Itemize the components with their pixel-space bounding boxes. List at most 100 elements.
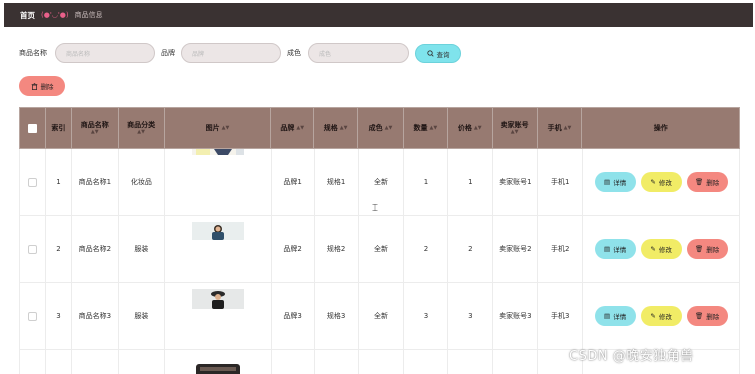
header-quantity[interactable]: 数量 ▲▼ (404, 108, 448, 148)
name-search-input[interactable]: 商品名称 (55, 43, 155, 63)
cell-index: 3 (46, 283, 72, 349)
product-image (191, 222, 244, 240)
header-index: 索引 (46, 108, 72, 148)
cell-quantity (404, 350, 449, 374)
cell-category: 服装 (119, 216, 165, 282)
query-button[interactable]: 查询 (415, 44, 461, 63)
delete-button[interactable]: 🗑 删除 (686, 239, 728, 259)
cell-price: 3 (448, 283, 494, 349)
product-table: 索引 商品名称 ▲▼ 商品分类 ▲▼ 图片 ▲▼ 品牌 ▲▼ 规格 ▲▼ 成色 ▲▼ 数量 ▲… (19, 107, 740, 374)
header-price[interactable]: 价格 ▲▼ (448, 108, 493, 148)
header-category[interactable]: 商品分类 ▲▼ (119, 108, 165, 148)
cell-spec (315, 350, 359, 374)
pencil-icon: ✎ (650, 178, 656, 186)
cell-brand: 品牌1 (272, 149, 315, 215)
cell-category: 化妆品 (119, 149, 165, 215)
brand-label: 品牌 (161, 49, 175, 57)
row-checkbox[interactable] (27, 177, 37, 187)
delete-button[interactable]: 🗑 删除 (686, 306, 728, 326)
breadcrumb-home[interactable]: 首页 (20, 10, 35, 21)
table-header: 索引 商品名称 ▲▼ 商品分类 ▲▼ 图片 ▲▼ 品牌 ▲▼ 规格 ▲▼ 成色 ▲▼ 数量 ▲… (19, 107, 740, 149)
header-phone[interactable]: 手机 ▲▼ (538, 108, 583, 148)
header-category-label: 商品分类 (127, 120, 156, 129)
row-select-cell (20, 350, 46, 374)
row-checkbox[interactable] (27, 311, 37, 321)
edit-button[interactable]: ✎ 修改 (640, 306, 682, 326)
delete-button[interactable]: 🗑 删除 (686, 172, 728, 192)
edit-button[interactable]: ✎ 修改 (640, 172, 682, 192)
cell-spec: 规格1 (315, 149, 359, 215)
row-select-cell (20, 216, 46, 282)
header-name[interactable]: 商品名称 ▲▼ (72, 108, 119, 148)
cell-index: 2 (46, 216, 72, 282)
header-phone-label: 手机 (547, 123, 562, 132)
sort-icon: ▲▼ (473, 125, 482, 131)
cell-price: 1 (448, 149, 494, 215)
breadcrumb-emoji: (●'◡'●) (41, 11, 69, 19)
cell-brand: 品牌2 (272, 216, 315, 282)
header-seller[interactable]: 卖家账号 ▲▼ (493, 108, 538, 148)
row-select-cell (20, 149, 46, 215)
detail-button[interactable]: ▤ 详情 (594, 172, 636, 192)
header-quantity-label: 数量 (413, 123, 428, 132)
brand-search-input[interactable]: 品牌 (181, 43, 281, 63)
condition-search-input[interactable]: 成色 (308, 43, 409, 63)
cell-phone: 手机3 (538, 283, 584, 349)
delete-button-label: 删除 (706, 313, 720, 321)
cell-brand: 品牌3 (272, 283, 315, 349)
edit-button[interactable]: ✎ 修改 (640, 239, 682, 259)
cell-condition: 全新 (359, 149, 405, 215)
sort-icon: ▲▼ (384, 125, 393, 131)
batch-delete-button[interactable]: 删除 (19, 76, 65, 96)
product-image (191, 149, 244, 155)
cell-spec: 规格3 (315, 283, 359, 349)
trash-icon (31, 82, 37, 90)
header-seller-label: 卖家账号 (500, 120, 529, 129)
detail-button[interactable]: ▤ 详情 (594, 306, 636, 326)
sort-icon: ▲▼ (563, 125, 572, 131)
header-brand[interactable]: 品牌 ▲▼ (271, 108, 315, 148)
sort-icon: ▲▼ (137, 129, 145, 136)
cell-seller: 卖家账号2 (493, 216, 539, 282)
header-condition-label: 成色 (368, 123, 383, 132)
sort-icon: ▲▼ (296, 125, 305, 131)
header-brand-label: 品牌 (280, 123, 295, 132)
cell-category: 服装 (119, 283, 165, 349)
cell-actions: ▤ 详情 ✎ 修改 🗑 删除 (583, 283, 740, 349)
table-row: 1 商品名称1 化妆品 品牌1 规格1 全新 1 1 卖家账号1 手机1 ▤ 详情… (19, 149, 740, 216)
table-row: 2 商品名称2 服装 品牌2 规格2 全新 2 2 卖家账号2 手机2 ▤ 详情 … (19, 216, 740, 283)
cell-phone: 手机2 (538, 216, 584, 282)
product-image (191, 362, 244, 374)
cell-actions: ▤ 详情 ✎ 修改 🗑 删除 (583, 216, 740, 282)
csdn-watermark: CSDN @晚安独角兽 (569, 349, 694, 364)
header-price-label: 价格 (457, 123, 472, 132)
edit-button-label: 修改 (658, 313, 672, 321)
cell-price: 2 (448, 216, 494, 282)
sort-icon: ▲▼ (339, 125, 348, 131)
row-checkbox[interactable] (27, 244, 37, 254)
header-condition[interactable]: 成色 ▲▼ (358, 108, 404, 148)
query-button-label: 查询 (436, 50, 450, 59)
delete-button-label: 删除 (706, 246, 720, 254)
cell-actions: ▤ 详情 ✎ 修改 🗑 删除 (583, 149, 740, 215)
header-spec-label: 规格 (323, 123, 338, 132)
document-icon: ▤ (604, 178, 611, 186)
cell-name: 商品名称3 (72, 283, 119, 349)
cell-spec: 规格2 (315, 216, 359, 282)
header-image[interactable]: 图片 ▲▼ (165, 108, 272, 148)
header-spec[interactable]: 规格 ▲▼ (314, 108, 359, 148)
document-icon: ▤ (604, 312, 611, 320)
cell-category (119, 350, 165, 374)
search-form: 商品名称 商品名称 品牌 品牌 成色 成色 查询 (19, 43, 479, 63)
sort-icon: ▲▼ (510, 129, 519, 136)
pencil-icon: ✎ (650, 312, 656, 320)
sort-icon: ▲▼ (221, 125, 230, 131)
cell-name: 商品名称2 (72, 216, 119, 282)
condition-label: 成色 (287, 49, 301, 57)
pencil-icon: ✎ (650, 245, 656, 253)
select-all-checkbox[interactable] (27, 123, 37, 133)
batch-delete-label: 删除 (40, 83, 54, 91)
trash-icon: 🗑 (694, 312, 704, 320)
search-icon (426, 50, 434, 57)
detail-button[interactable]: ▤ 详情 (594, 239, 636, 259)
